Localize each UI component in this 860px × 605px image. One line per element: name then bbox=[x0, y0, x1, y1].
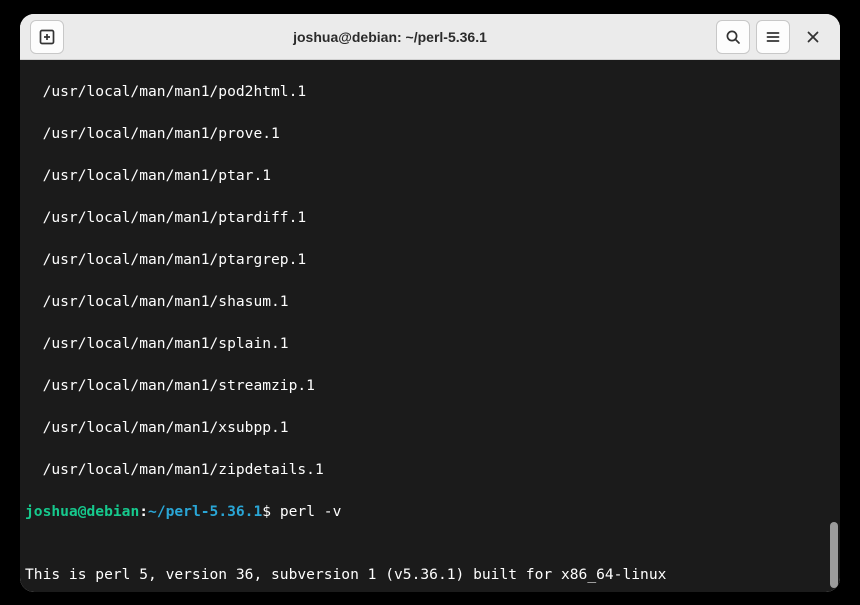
hamburger-icon bbox=[765, 29, 781, 45]
output-line: /usr/local/man/man1/streamzip.1 bbox=[20, 375, 840, 396]
output-line: /usr/local/man/man1/shasum.1 bbox=[20, 291, 840, 312]
output-line: This is perl 5, version 36, subversion 1… bbox=[20, 564, 840, 585]
prompt-symbol: $ bbox=[262, 503, 271, 520]
new-tab-button[interactable] bbox=[30, 20, 64, 54]
prompt-at: @ bbox=[78, 503, 87, 520]
command-text: perl -v bbox=[271, 503, 341, 520]
prompt-host: debian bbox=[87, 503, 140, 520]
menu-button[interactable] bbox=[756, 20, 790, 54]
output-line: /usr/local/man/man1/ptardiff.1 bbox=[20, 207, 840, 228]
prompt-line: joshua@debian:~/perl-5.36.1$ perl -v bbox=[20, 501, 840, 522]
close-icon bbox=[806, 30, 820, 44]
window-title: joshua@debian: ~/perl-5.36.1 bbox=[67, 29, 713, 45]
terminal-window: joshua@debian: ~/perl-5.36.1 bbox=[20, 14, 840, 592]
prompt-user: joshua bbox=[25, 503, 78, 520]
prompt-path: ~/perl-5.36.1 bbox=[148, 503, 262, 520]
output-line: /usr/local/man/man1/splain.1 bbox=[20, 333, 840, 354]
output-line: /usr/local/man/man1/xsubpp.1 bbox=[20, 417, 840, 438]
output-line: /usr/local/man/man1/pod2html.1 bbox=[20, 81, 840, 102]
search-button[interactable] bbox=[716, 20, 750, 54]
titlebar: joshua@debian: ~/perl-5.36.1 bbox=[20, 14, 840, 60]
terminal-viewport[interactable]: /usr/local/man/man1/pod2html.1 /usr/loca… bbox=[20, 60, 840, 592]
close-button[interactable] bbox=[796, 20, 830, 54]
scrollbar-thumb[interactable] bbox=[830, 522, 838, 588]
output-line: /usr/local/man/man1/prove.1 bbox=[20, 123, 840, 144]
titlebar-right-group bbox=[713, 20, 833, 54]
output-line: /usr/local/man/man1/ptar.1 bbox=[20, 165, 840, 186]
terminal-content[interactable]: /usr/local/man/man1/pod2html.1 /usr/loca… bbox=[20, 60, 840, 592]
search-icon bbox=[725, 29, 741, 45]
output-line: /usr/local/man/man1/zipdetails.1 bbox=[20, 459, 840, 480]
plus-box-icon bbox=[39, 29, 55, 45]
output-line: /usr/local/man/man1/ptargrep.1 bbox=[20, 249, 840, 270]
prompt-colon: : bbox=[139, 503, 148, 520]
scrollbar-track[interactable] bbox=[828, 62, 838, 590]
